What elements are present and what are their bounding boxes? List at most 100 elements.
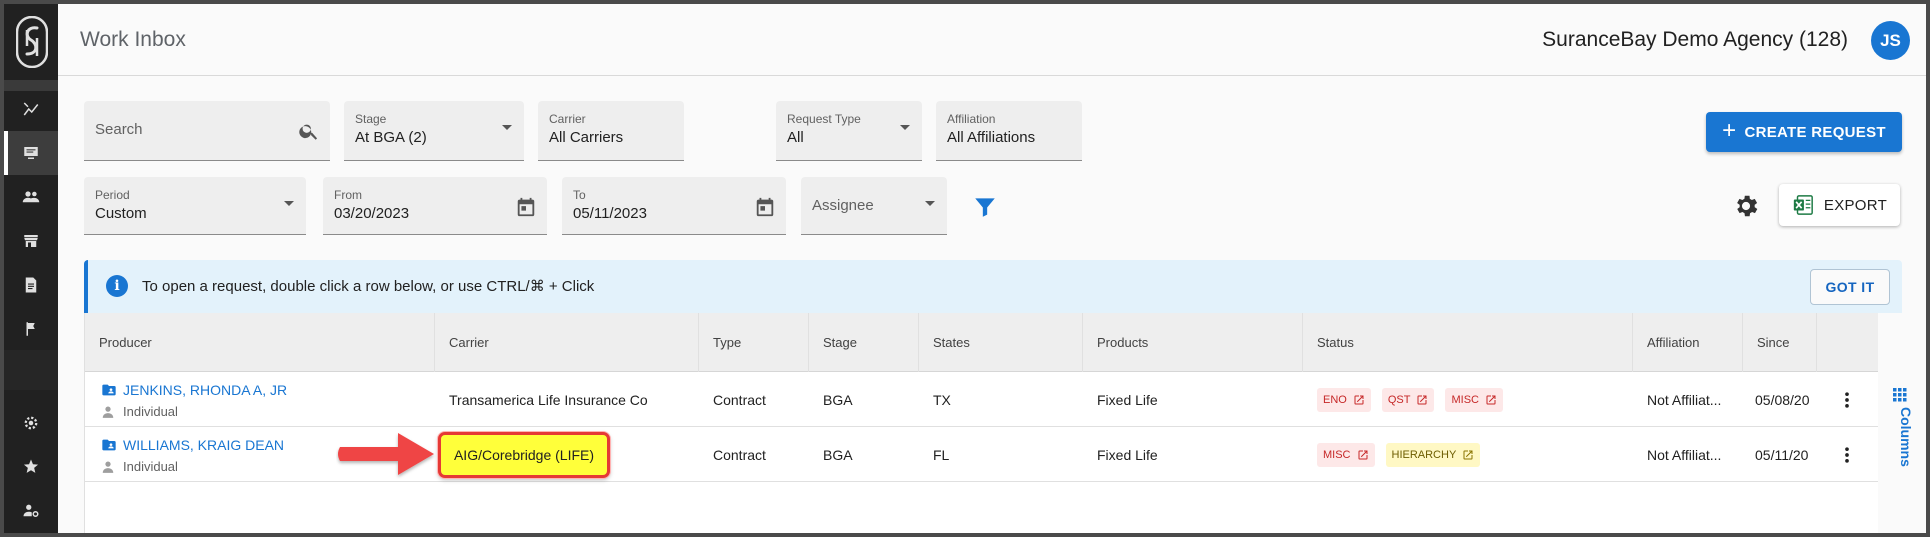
page-title: Work Inbox (80, 28, 186, 51)
search-input[interactable]: Search (84, 101, 330, 161)
affiliation-select[interactable]: Affiliation All Affiliations (936, 101, 1082, 161)
chevron-down-icon (502, 125, 512, 130)
export-button[interactable]: EXPORT (1779, 184, 1900, 226)
period-select[interactable]: Period Custom (84, 177, 306, 235)
producer-link[interactable]: WILLIAMS, KRAIG DEAN (101, 437, 284, 453)
people-icon[interactable] (4, 175, 58, 219)
producer-name: WILLIAMS, KRAIG DEAN (123, 437, 285, 453)
person-icon (102, 405, 114, 418)
filter-icon[interactable] (972, 194, 998, 220)
stage-cell: BGA (823, 446, 853, 463)
calendar-icon[interactable] (515, 196, 537, 218)
search-icon[interactable] (298, 120, 320, 142)
assignee-select[interactable]: Assignee (801, 177, 947, 235)
user-settings-icon[interactable] (4, 489, 58, 533)
export-label: EXPORT (1823, 196, 1888, 214)
stage-value: At BGA (2) (355, 129, 427, 146)
affiliation-cell: Not Affiliat... (1647, 446, 1722, 463)
stage-cell: BGA (823, 391, 853, 408)
excel-icon (1793, 195, 1813, 215)
column-header-affiliation[interactable]: Affiliation (1633, 313, 1743, 372)
producer-type: Individual (101, 459, 178, 474)
avatar[interactable]: JS (1871, 21, 1910, 60)
agency-name[interactable]: SuranceBay Demo Agency (128) (1542, 28, 1848, 52)
more-vert-icon[interactable] (1837, 445, 1857, 465)
open-in-new-icon (1417, 395, 1427, 404)
column-header-producer[interactable]: Producer (85, 313, 435, 372)
status-badge[interactable]: MISC (1445, 387, 1503, 412)
column-header-states[interactable]: States (919, 313, 1083, 372)
person-icon (102, 460, 114, 473)
products-cell: Fixed Life (1097, 391, 1158, 408)
settings-cog-icon[interactable] (4, 401, 58, 445)
stage-select[interactable]: Stage At BGA (2) (344, 101, 524, 161)
column-header-since[interactable]: Since (1743, 313, 1817, 372)
to-label: To (573, 188, 586, 202)
stage-label: Stage (355, 112, 387, 126)
chevron-down-icon (284, 201, 294, 206)
products-cell: Fixed Life (1097, 446, 1158, 463)
affiliation-value: All Affiliations (947, 129, 1036, 146)
folder-account-icon (102, 384, 116, 396)
from-label: From (334, 188, 362, 202)
since-cell: 05/08/20 (1755, 391, 1810, 408)
status-badge[interactable]: HIERARCHY (1385, 442, 1481, 467)
store-icon[interactable] (4, 219, 58, 263)
open-in-new-icon (1354, 395, 1364, 404)
info-message: To open a request, double click a row be… (142, 278, 595, 295)
document-icon[interactable] (4, 263, 58, 307)
request-type-select[interactable]: Request Type All (776, 101, 922, 161)
analytics-icon[interactable] (4, 87, 58, 131)
column-header-status[interactable]: Status (1303, 313, 1633, 372)
status-cell: ENO QST MISC (1303, 372, 1633, 427)
column-header-actions (1817, 313, 1879, 372)
carrier-cell-highlighted[interactable]: AIG/Corebridge (LIFE) (438, 432, 610, 478)
rail-spacer (4, 350, 58, 390)
period-label: Period (95, 188, 130, 202)
calendar-icon[interactable] (754, 196, 776, 218)
status-badge[interactable]: ENO (1317, 387, 1371, 412)
table-row[interactable]: JENKINS, RHONDA A, JR Individual Transam… (85, 372, 1879, 427)
columns-panel-toggle[interactable]: Columns (1878, 313, 1926, 533)
surancebay-logo-icon[interactable] (15, 15, 49, 69)
badge-star-icon[interactable] (4, 445, 58, 489)
producer-link[interactable]: JENKINS, RHONDA A, JR (101, 382, 287, 398)
affiliation-label: Affiliation (947, 112, 996, 126)
status-badge[interactable]: MISC (1317, 442, 1375, 467)
since-cell: 05/11/20 (1755, 446, 1809, 463)
states-cell: FL (933, 446, 950, 463)
annotation-arrow-icon (338, 433, 434, 475)
chevron-down-icon (900, 125, 910, 130)
app-window: Work Inbox SuranceBay Demo Agency (128) … (4, 4, 1926, 533)
left-nav-rail (4, 4, 58, 533)
flag-icon[interactable] (4, 307, 58, 351)
period-value: Custom (95, 205, 147, 222)
table-header: Producer Carrier Type Stage States Produ… (85, 313, 1879, 372)
from-date-field[interactable]: From 03/20/2023 (323, 177, 547, 235)
more-vert-icon[interactable] (1837, 390, 1857, 410)
info-banner: i To open a request, double click a row … (84, 260, 1902, 313)
info-icon: i (106, 275, 128, 297)
column-header-stage[interactable]: Stage (809, 313, 919, 372)
carrier-select[interactable]: Carrier All Carriers (538, 101, 684, 161)
status-badge[interactable]: QST (1381, 387, 1435, 412)
column-header-carrier[interactable]: Carrier (435, 313, 699, 372)
create-request-button[interactable]: + CREATE REQUEST (1706, 112, 1902, 152)
open-in-new-icon (1486, 395, 1496, 404)
type-cell: Contract (713, 446, 766, 463)
column-header-products[interactable]: Products (1083, 313, 1303, 372)
to-value: 05/11/2023 (573, 205, 647, 222)
open-in-new-icon (1358, 450, 1367, 459)
from-value: 03/20/2023 (334, 205, 410, 222)
columns-label: Columns (1898, 407, 1914, 467)
plus-icon: + (1722, 117, 1737, 144)
column-header-type[interactable]: Type (699, 313, 809, 372)
assignee-placeholder: Assignee (812, 197, 874, 214)
gear-icon[interactable] (1732, 192, 1760, 220)
work-inbox-monitor-icon[interactable] (4, 131, 58, 175)
got-it-button[interactable]: GOT IT (1810, 269, 1890, 305)
to-date-field[interactable]: To 05/11/2023 (562, 177, 786, 235)
states-cell: TX (933, 391, 951, 408)
status-cell: MISC HIERARCHY (1303, 427, 1633, 482)
grid-icon (1893, 388, 1907, 402)
